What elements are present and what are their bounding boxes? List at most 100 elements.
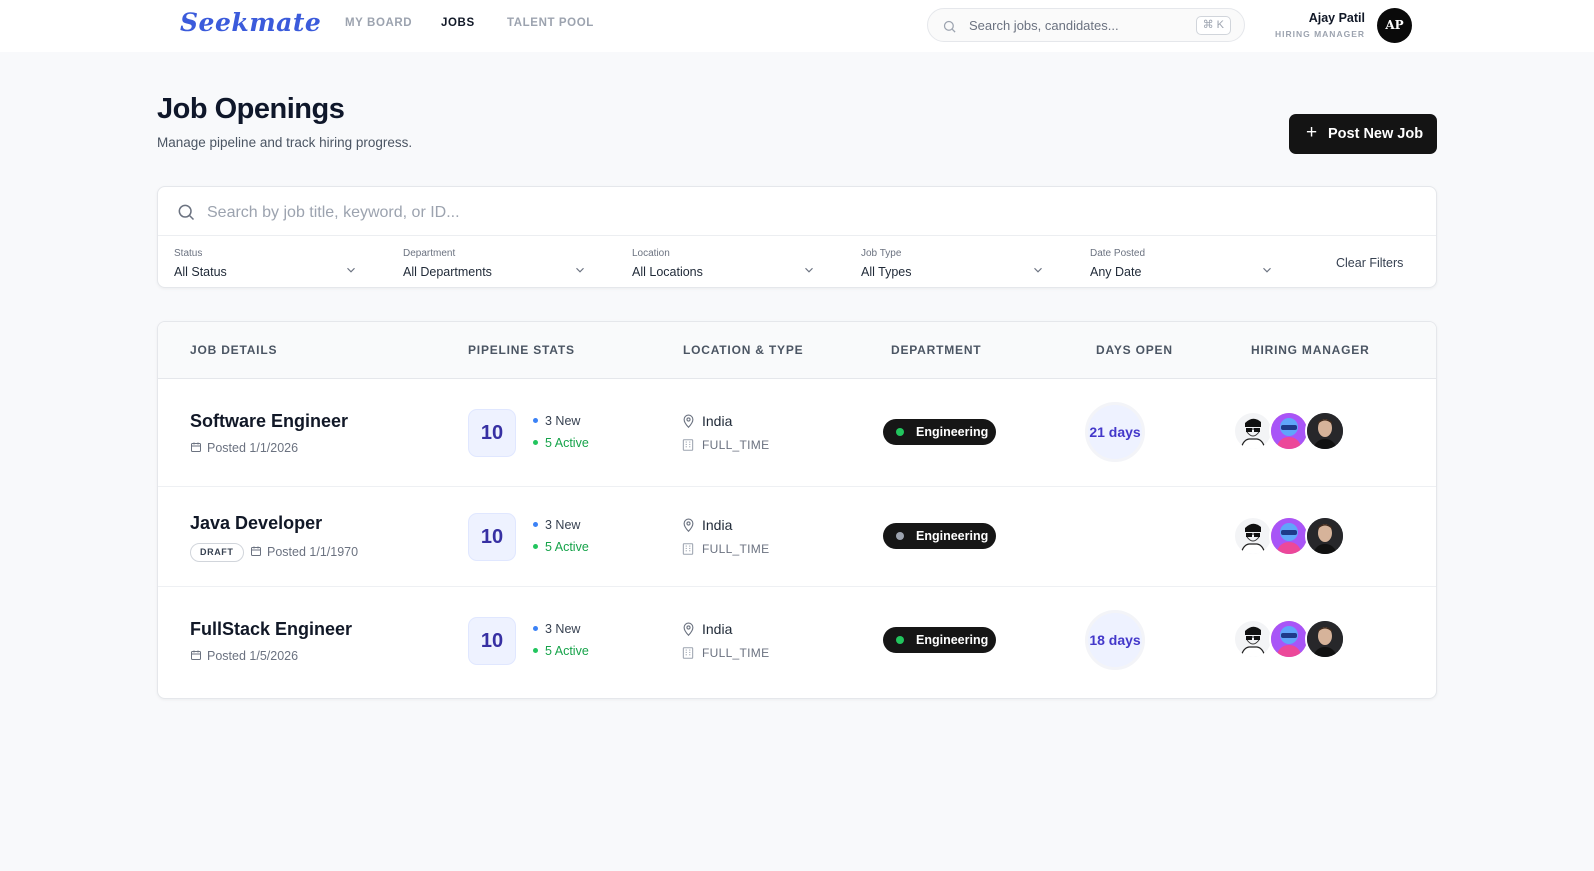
pipeline-active: 5 Active (533, 540, 589, 554)
global-search-placeholder: Search jobs, candidates... (969, 18, 1119, 33)
department-badge: Engineering (883, 419, 996, 445)
building-icon (682, 439, 694, 451)
top-navigation-bar: Seekmate MY BOARD JOBS TALENT POOL Searc… (0, 0, 1594, 52)
jobs-table: JOB DETAILS PIPELINE STATS LOCATION & TY… (157, 321, 1437, 699)
filter-label: Date Posted (1090, 248, 1146, 259)
avatar[interactable] (1233, 411, 1273, 451)
pipeline-new: 3 New (533, 414, 580, 428)
posted-date-text: Posted 1/5/2026 (207, 649, 299, 663)
clear-filters-button[interactable]: Clear Filters (1336, 256, 1403, 270)
filter-value: All Types (861, 265, 912, 279)
avatar[interactable] (1233, 619, 1273, 659)
chevron-down-icon (805, 267, 813, 273)
calendar-icon (251, 546, 261, 556)
avatar[interactable] (1305, 516, 1345, 556)
filter-status[interactable]: Status All Status (158, 243, 358, 283)
column-header: PIPELINE STATS (468, 343, 575, 357)
hiring-manager-avatars[interactable] (1233, 619, 1353, 659)
department-badge: Engineering (883, 627, 996, 653)
draft-badge: DRAFT (190, 543, 244, 562)
nav-jobs[interactable]: JOBS (441, 17, 475, 29)
table-row[interactable]: Software Engineer Posted 1/1/2026 10 3 N… (158, 379, 1436, 487)
column-header: LOCATION & TYPE (683, 343, 804, 357)
map-pin-icon (683, 518, 694, 533)
avatar[interactable] (1305, 411, 1345, 451)
column-header: DEPARTMENT (891, 343, 982, 357)
divider (158, 235, 1436, 236)
building-icon (682, 543, 694, 555)
avatar[interactable] (1269, 516, 1309, 556)
search-icon (943, 20, 956, 33)
pipeline-total: 10 (468, 513, 516, 561)
nav-my-board[interactable]: MY BOARD (345, 17, 412, 29)
filter-value: Any Date (1090, 265, 1142, 279)
filter-label: Department (403, 248, 456, 259)
map-pin-icon (683, 414, 694, 429)
filter-value: All Locations (632, 265, 703, 279)
filter-value: All Status (174, 265, 227, 279)
avatar[interactable] (1305, 619, 1345, 659)
department-badge: Engineering (883, 523, 996, 549)
status-dot (896, 428, 904, 436)
post-new-job-label: Post New Job (1328, 126, 1424, 142)
filter-location[interactable]: Location All Locations (616, 243, 816, 283)
table-row[interactable]: Java Developer DRAFT Posted 1/1/1970 10 … (158, 487, 1436, 587)
chevron-down-icon (347, 267, 355, 273)
job-title[interactable]: Java Developer (190, 513, 322, 534)
user-role: HIRING MANAGER (1274, 29, 1365, 39)
table-row[interactable]: FullStack Engineer Posted 1/5/2026 10 3 … (158, 587, 1436, 698)
avatar[interactable] (1233, 516, 1273, 556)
posted-date: Posted 1/1/1970 (250, 545, 358, 559)
calendar-icon (191, 650, 201, 660)
location-text: India (702, 517, 733, 533)
status-dot (896, 532, 904, 540)
table-header: JOB DETAILS PIPELINE STATS LOCATION & TY… (158, 322, 1436, 379)
building-icon (682, 647, 694, 659)
nav-talent-pool[interactable]: TALENT POOL (507, 17, 594, 29)
days-open-badge: 18 days (1085, 610, 1145, 670)
job-title[interactable]: FullStack Engineer (190, 619, 352, 640)
user-avatar[interactable]: AP (1377, 8, 1412, 43)
user-name: Ajay Patil (1308, 11, 1365, 25)
avatar[interactable] (1269, 619, 1309, 659)
page-subtitle: Manage pipeline and track hiring progres… (157, 135, 413, 150)
job-search-input[interactable]: Search by job title, keyword, or ID... (207, 204, 460, 222)
filter-job-type[interactable]: Job Type All Types (845, 243, 1045, 283)
posted-date-text: Posted 1/1/1970 (267, 545, 359, 559)
posted-date: Posted 1/5/2026 (190, 649, 298, 663)
location-text: India (702, 621, 733, 637)
filter-label: Job Type (861, 248, 902, 259)
pipeline-active: 5 Active (533, 644, 589, 658)
app-logo[interactable]: Seekmate (180, 8, 321, 37)
column-header: DAYS OPEN (1096, 343, 1173, 357)
pipeline-new: 3 New (533, 518, 580, 532)
global-search-input[interactable]: Search jobs, candidates... ⌘ K (927, 8, 1245, 42)
calendar-icon (191, 442, 201, 452)
posted-date-text: Posted 1/1/2026 (207, 441, 299, 455)
pipeline-total: 10 (468, 409, 516, 457)
avatar[interactable] (1269, 411, 1309, 451)
job-type-text: FULL_TIME (702, 438, 770, 452)
filter-department[interactable]: Department All Departments (387, 243, 587, 283)
filter-value: All Departments (403, 265, 492, 279)
post-new-job-button[interactable]: + Post New Job (1289, 114, 1437, 154)
hiring-manager-avatars[interactable] (1233, 411, 1353, 451)
filter-date-posted[interactable]: Date Posted Any Date (1074, 243, 1274, 283)
job-title[interactable]: Software Engineer (190, 411, 348, 432)
plus-icon: + (1306, 122, 1318, 143)
pipeline-new: 3 New (533, 622, 580, 636)
hiring-manager-avatars[interactable] (1233, 516, 1353, 556)
filter-label: Status (174, 248, 203, 259)
chevron-down-icon (576, 267, 584, 273)
status-dot (896, 636, 904, 644)
column-header: HIRING MANAGER (1251, 343, 1370, 357)
chevron-down-icon (1034, 267, 1042, 273)
pipeline-active: 5 Active (533, 436, 589, 450)
keyboard-shortcut-badge: ⌘ K (1195, 16, 1231, 35)
column-header: JOB DETAILS (190, 343, 278, 357)
days-open-badge: 21 days (1085, 402, 1145, 462)
page-title: Job Openings (157, 93, 345, 125)
pipeline-total: 10 (468, 617, 516, 665)
job-type-text: FULL_TIME (702, 542, 770, 556)
chevron-down-icon (1263, 267, 1271, 273)
